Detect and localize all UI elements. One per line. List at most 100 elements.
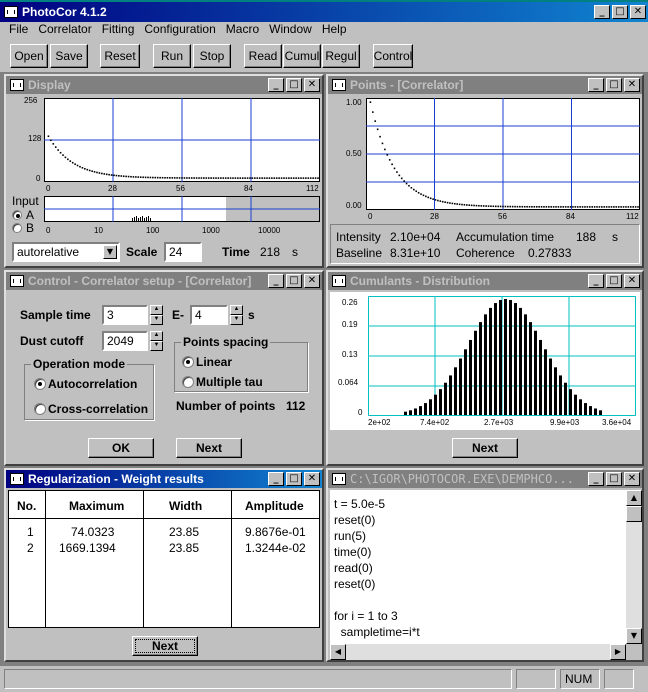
sample-time-value: 3 [107,308,114,322]
open-button[interactable]: Open [10,44,48,68]
data-point [473,204,475,207]
close-icon[interactable]: ✕ [624,472,640,486]
maximize-icon[interactable]: □ [606,472,622,486]
menu-correlator[interactable]: Correlator [33,22,96,40]
distribution-bar [559,375,562,415]
close-icon[interactable]: ✕ [624,274,640,288]
scroll-left-icon[interactable]: ◀ [330,644,346,660]
maximize-icon[interactable]: □ [606,274,622,288]
data-point [458,203,461,206]
close-icon[interactable]: ✕ [624,78,640,92]
sample-time-spinner[interactable]: ▲ ▼ [150,305,163,325]
vertical-scrollbar[interactable]: ▲ ▼ [626,490,642,644]
minimize-icon[interactable]: _ [588,274,604,288]
scroll-down-icon[interactable]: ▼ [626,628,642,644]
minimize-icon[interactable]: _ [268,274,284,288]
code-line: reset(0) [334,513,376,527]
maximize-icon[interactable]: □ [286,274,302,288]
data-point [142,176,144,179]
menu-file[interactable]: File [4,22,33,40]
data-point [478,204,480,207]
data-point [144,176,147,179]
stop-button[interactable]: Stop [193,44,231,68]
data-point [400,177,403,180]
data-point [579,206,581,208]
multiple-tau-radio[interactable] [182,376,194,388]
save-button[interactable]: Save [50,44,88,68]
minimize-icon[interactable]: _ [268,78,284,92]
data-point [186,177,188,179]
dust-cutoff-spinner[interactable]: ▲ ▼ [150,331,163,351]
read-button[interactable]: Read [244,44,282,68]
data-point [545,206,548,208]
ok-button[interactable]: OK [88,438,154,458]
y-tick-label: 0.19 [342,320,358,329]
menu-macro[interactable]: Macro [221,22,264,40]
data-point [405,182,408,185]
data-point [567,206,569,208]
menu-help[interactable]: Help [317,22,352,40]
cross-correlation-radio[interactable] [34,403,46,415]
distribution-bar [444,382,447,415]
data-point [398,174,401,177]
minimize-icon[interactable]: _ [268,472,284,486]
close-icon[interactable]: ✕ [630,5,646,19]
menu-window[interactable]: Window [264,22,317,40]
run-button[interactable]: Run [153,44,191,68]
regularization-next-button[interactable]: Next [132,636,198,656]
macro-editor[interactable]: t = 5.0e-5 reset(0) run(5) time(0) read(… [330,490,626,644]
maximize-icon[interactable]: □ [606,78,622,92]
regularization-titlebar: Regularization - Weight results _ □ ✕ [6,470,322,488]
data-point [173,177,176,179]
x-tick-label: 2.7e+03 [484,418,514,427]
data-point [425,195,427,198]
data-point [499,205,502,208]
next-button[interactable]: Next [176,438,242,458]
status-pane [604,669,634,689]
menu-fitting[interactable]: Fitting [97,22,140,40]
dust-cutoff-input[interactable]: 2049 [102,331,148,351]
input-a-radio[interactable] [12,210,22,220]
scroll-thumb[interactable] [626,506,642,522]
data-point [543,206,545,208]
cumul-button[interactable]: Cumul [283,44,321,68]
data-point [516,205,519,208]
cumulants-next-button[interactable]: Next [452,438,518,458]
regul-button[interactable]: Regul [322,44,360,68]
data-point [118,175,120,177]
chevron-down-icon[interactable]: ▼ [103,245,117,259]
data-point [422,194,425,197]
scroll-right-icon[interactable]: ▶ [610,644,626,660]
maximize-icon[interactable]: □ [612,5,628,19]
menu-configuration[interactable]: Configuration [139,22,220,40]
minimize-icon[interactable]: _ [588,78,604,92]
maximize-icon[interactable]: □ [286,472,302,486]
display-window: Display _ □ ✕ 256 128 0 0 28 56 84 112 I… [4,74,324,268]
scroll-up-icon[interactable]: ▲ [626,490,642,506]
input-b-radio[interactable] [12,223,22,233]
data-point [246,177,249,179]
reset-button[interactable]: Reset [100,44,140,68]
scale-input[interactable]: 24 [164,242,202,262]
maximize-icon[interactable]: □ [286,78,302,92]
minimize-icon[interactable]: _ [588,472,604,486]
data-point [305,177,307,179]
control-button[interactable]: Control [373,44,413,68]
histogram-bar [142,216,143,221]
data-point [548,206,550,208]
linear-radio[interactable] [182,356,194,368]
close-icon[interactable]: ✕ [304,274,320,288]
horizontal-scrollbar[interactable]: ◀ ▶ [330,644,626,660]
exponent-spinner[interactable]: ▲ ▼ [230,305,243,325]
autocorrelation-radio[interactable] [34,378,46,390]
y-tick-label: 0.26 [342,298,358,307]
close-icon[interactable]: ✕ [304,78,320,92]
sample-time-input[interactable]: 3 [102,305,148,325]
exponent-input[interactable]: 4 [190,305,228,325]
minimize-icon[interactable]: _ [594,5,610,19]
data-point [105,173,108,176]
y-tick-label: 256 [24,96,38,105]
close-icon[interactable]: ✕ [304,472,320,486]
data-point [451,202,454,205]
data-point [526,205,528,208]
